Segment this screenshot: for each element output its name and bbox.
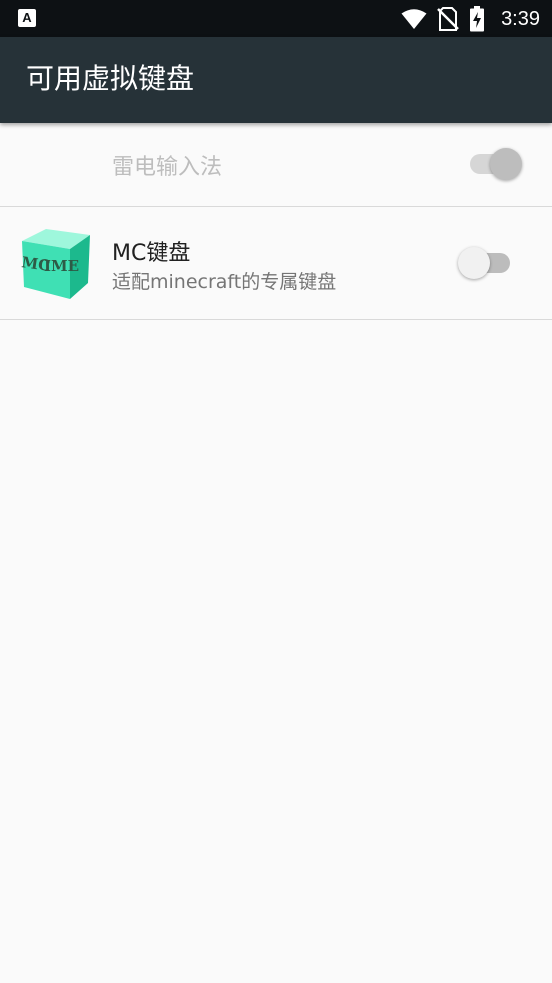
keyboard-title: 雷电输入法 bbox=[112, 155, 223, 180]
keyboard-title: MC键盘 bbox=[112, 241, 191, 266]
clock: 3:39 bbox=[501, 7, 540, 30]
page-title: 可用虚拟键盘 bbox=[26, 62, 195, 95]
switch-thumb bbox=[458, 247, 490, 279]
keyboard-summary: 适配minecraft的专属键盘 bbox=[112, 271, 337, 293]
switch-thumb bbox=[490, 148, 522, 180]
a-box-icon: A bbox=[18, 9, 36, 27]
app-bar: 可用虚拟键盘 bbox=[0, 37, 552, 123]
battery-charging-icon bbox=[470, 6, 485, 32]
a-box-letter: A bbox=[22, 10, 32, 25]
svg-text:IME: IME bbox=[44, 257, 79, 275]
status-bar: A 3:39 bbox=[0, 0, 552, 37]
no-sim-icon bbox=[437, 7, 459, 31]
wifi-icon bbox=[401, 9, 427, 29]
mc-ime-app-icon: MC IME bbox=[20, 229, 90, 299]
status-icons: 3:39 bbox=[401, 6, 540, 32]
